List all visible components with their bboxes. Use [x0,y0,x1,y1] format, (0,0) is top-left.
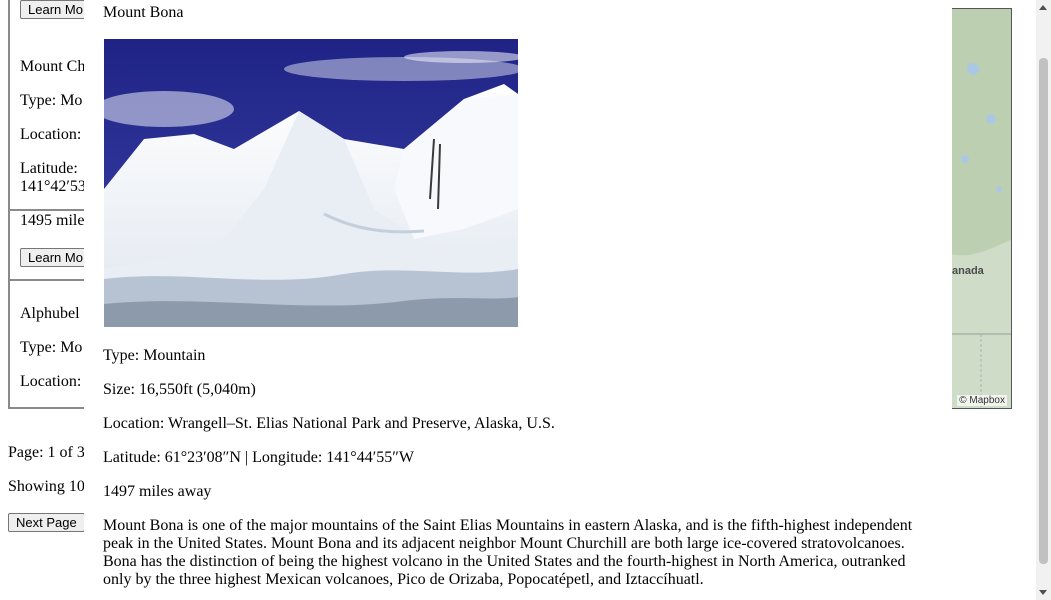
page-indicator: Page: 1 of 3 [8,444,85,461]
modal-coordinates: Latitude: 61°23′08″N | Longitude: 141°44… [103,449,414,466]
map-country-label: anada [952,265,984,277]
showing-count: Showing 10 [8,478,85,495]
card-name: Alphubel [20,305,80,322]
page-scrollbar[interactable] [1036,0,1051,600]
modal-location: Location: Wrangell–St. Elias National Pa… [103,415,555,432]
details-modal: Mount Bona Type: Mountain Size: 16,550ft… [84,0,952,600]
next-page-button[interactable]: Next Page [8,513,85,532]
modal-type: Type: Mountain [103,347,206,364]
card-longitude: 141°42′53 [20,178,86,195]
learn-more-button[interactable]: Learn Mo [20,0,91,19]
learn-more-button[interactable]: Learn Mo [20,248,91,267]
scroll-down-arrow-icon[interactable] [1039,590,1047,595]
modal-distance: 1497 miles away [103,483,212,500]
card-location: Location: [20,373,82,390]
scroll-up-arrow-icon[interactable] [1039,5,1047,10]
card-location: Location: [20,126,82,143]
card-type: Type: Mo [20,92,83,109]
mountain-photo [104,39,518,327]
card-distance: 1495 mile [20,212,85,229]
card-type: Type: Mo [20,339,83,356]
map-attribution[interactable]: © Mapbox [957,395,1007,406]
scroll-thumb[interactable] [1039,58,1048,564]
card-name: Mount Ch [20,58,86,75]
card-latitude: Latitude: [20,160,78,177]
modal-description: Mount Bona is one of the major mountains… [103,517,913,588]
map-view[interactable]: anada © Mapbox [950,8,1012,409]
map-tiles [951,9,1011,408]
modal-size: Size: 16,550ft (5,040m) [103,381,256,398]
modal-title: Mount Bona [103,4,184,21]
